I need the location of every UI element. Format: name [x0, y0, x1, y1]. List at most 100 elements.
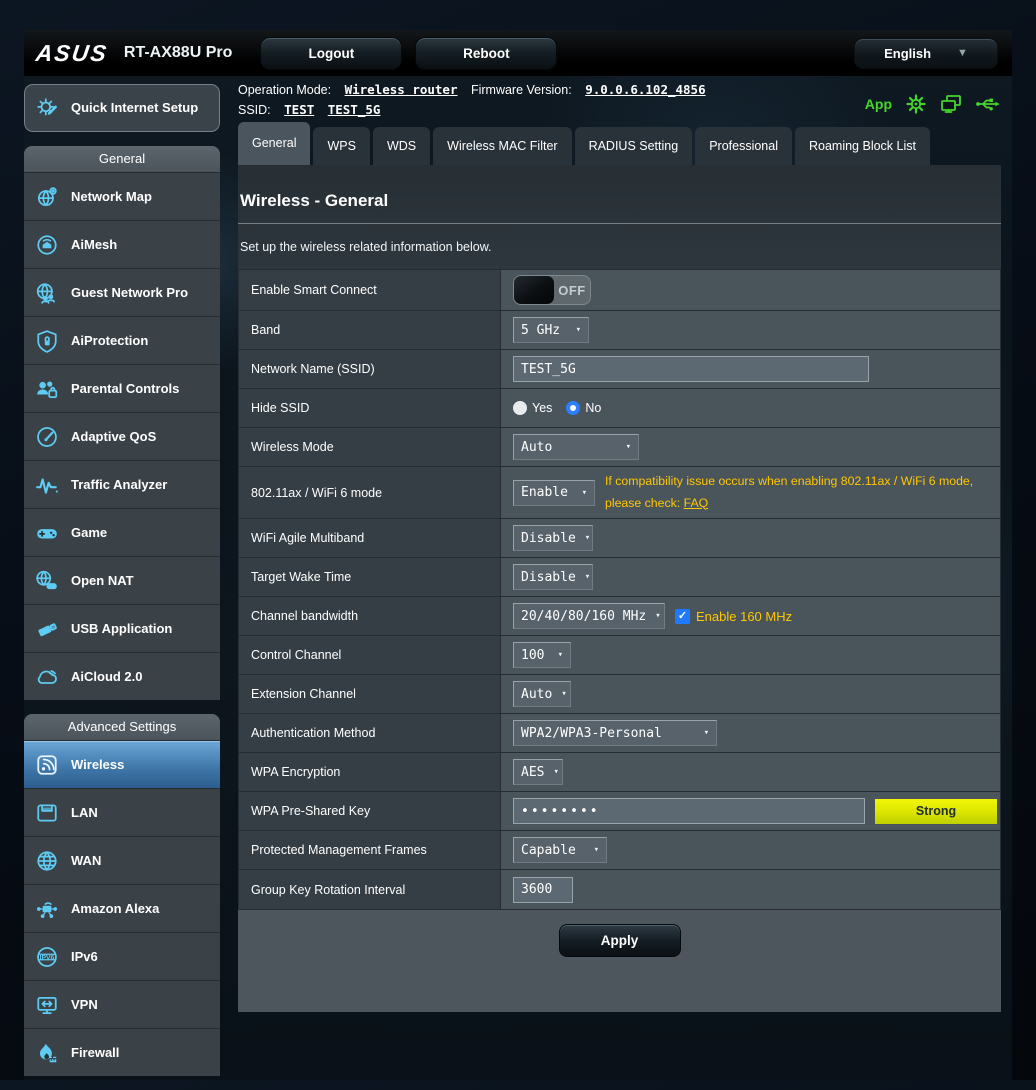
sidebar-item-aicloud[interactable]: AiCloud 2.0 [24, 652, 220, 700]
sidebar-item-usb-application[interactable]: USB Application [24, 604, 220, 652]
sidebar-item-guest-network-pro[interactable]: Guest Network Pro [24, 268, 220, 316]
logout-button[interactable]: Logout [260, 37, 402, 70]
sidebar-item-aiprotection[interactable]: AiProtection [24, 316, 220, 364]
cloud-icon [32, 662, 62, 692]
screen-share-icon[interactable] [940, 94, 962, 114]
faq-link[interactable]: FAQ [684, 496, 709, 510]
sidebar-item-vpn[interactable]: VPN [24, 980, 220, 1028]
page-description: Set up the wireless related information … [240, 240, 1001, 254]
wireless-mode-select[interactable]: Auto▾ [513, 434, 639, 460]
hide-ssid-no-radio[interactable]: No [566, 401, 601, 415]
sidebar-item-amazon-alexa[interactable]: Amazon Alexa [24, 884, 220, 932]
tab-roaming-block-list[interactable]: Roaming Block List [795, 127, 930, 165]
gamepad-icon [32, 518, 62, 548]
tab-wds[interactable]: WDS [373, 127, 430, 165]
wireless-icon [32, 750, 62, 780]
sidebar-item-aimesh[interactable]: AiMesh [24, 220, 220, 268]
sidebar-item-firewall[interactable]: Firewall [24, 1028, 220, 1076]
tab-wireless-mac-filter[interactable]: Wireless MAC Filter [433, 127, 571, 165]
band-select[interactable]: 5 GHz▾ [513, 317, 589, 343]
ssid-link-5g[interactable]: TEST_5G [328, 102, 381, 117]
header: ASUS RT-AX88U Pro Logout Reboot English … [24, 30, 1012, 76]
row-agile-multiband: WiFi Agile Multiband Disable▾ [239, 519, 1000, 558]
operation-mode-link[interactable]: Wireless router [345, 82, 458, 97]
password-strength-badge: Strong [875, 799, 997, 824]
tab-general[interactable]: General [238, 122, 310, 165]
parental-controls-icon [32, 374, 62, 404]
main-column: Operation Mode: Wireless router Firmware… [238, 76, 1023, 1012]
control-channel-select[interactable]: 100▾ [513, 642, 571, 668]
ipv6-icon: IPV6 [32, 942, 62, 972]
apply-button[interactable]: Apply [559, 924, 681, 957]
chevron-down-icon: ▾ [553, 767, 558, 777]
globe-icon [32, 846, 62, 876]
sidebar-item-parental-controls[interactable]: Parental Controls [24, 364, 220, 412]
radio-icon [513, 401, 527, 415]
chevron-down-icon: ▾ [655, 611, 660, 621]
ssid-link-24g[interactable]: TEST [284, 102, 314, 117]
sidebar-item-network-map[interactable]: Network Map [24, 172, 220, 220]
enable-160mhz-checkbox[interactable]: ✓ Enable 160 MHz [675, 609, 792, 624]
ax-mode-select[interactable]: Enable▾ [513, 480, 595, 506]
divider [238, 223, 1001, 224]
chevron-down-icon: ▾ [626, 442, 631, 452]
sidebar-group-advanced: Advanced Settings Wireless LAN WAN Amazo… [24, 714, 220, 1076]
psk-input[interactable] [513, 798, 865, 824]
chevron-down-icon: ▾ [558, 650, 563, 660]
waveform-icon [32, 470, 62, 500]
row-wpa-pre-shared-key: WPA Pre-Shared Key Strong [239, 792, 1000, 831]
sidebar-item-open-nat[interactable]: Open NAT [24, 556, 220, 604]
authentication-method-select[interactable]: WPA2/WPA3-Personal▾ [513, 720, 717, 746]
chevron-down-icon: ▾ [704, 728, 709, 738]
gear-icon[interactable] [905, 93, 927, 115]
toggle-knob [514, 276, 554, 304]
sidebar-item-game[interactable]: Game [24, 508, 220, 556]
operation-mode-line: Operation Mode: Wireless router Firmware… [238, 80, 706, 100]
hide-ssid-yes-radio[interactable]: Yes [513, 401, 552, 415]
checkbox-checked-icon: ✓ [675, 609, 690, 624]
sidebar-item-adaptive-qos[interactable]: Adaptive QoS [24, 412, 220, 460]
reboot-button[interactable]: Reboot [415, 37, 557, 70]
channel-bandwidth-select[interactable]: 20/40/80/160 MHz▾ [513, 603, 665, 629]
router-admin-app: ASUS RT-AX88U Pro Logout Reboot English … [24, 30, 1012, 1080]
gear-wrench-icon [33, 93, 63, 123]
sidebar-item-wireless[interactable]: Wireless [24, 740, 220, 788]
pmf-select[interactable]: Capable▾ [513, 837, 607, 863]
model-name: RT-AX88U Pro [124, 44, 232, 62]
svg-text:IPV6: IPV6 [40, 954, 55, 961]
row-wireless-mode: Wireless Mode Auto▾ [239, 428, 1000, 467]
ax-mode-hint: If compatibility issue occurs when enabl… [605, 471, 973, 514]
app-link[interactable]: App [865, 96, 892, 112]
sidebar-item-ipv6[interactable]: IPV6 IPv6 [24, 932, 220, 980]
vpn-screen-icon [32, 990, 62, 1020]
sidebar-item-traffic-analyzer[interactable]: Traffic Analyzer [24, 460, 220, 508]
language-dropdown[interactable]: English ▼ [854, 38, 998, 69]
chevron-down-icon: ▾ [576, 325, 581, 335]
row-group-key-rotation: Group Key Rotation Interval [239, 870, 1000, 909]
usb-icon[interactable] [975, 95, 1001, 113]
ssid-input[interactable] [513, 356, 869, 382]
asus-logo: ASUS [34, 40, 110, 67]
sidebar-group-title: General [24, 146, 220, 172]
sidebar-item-lan[interactable]: LAN [24, 788, 220, 836]
sidebar-item-wan[interactable]: WAN [24, 836, 220, 884]
wireless-tabs: General WPS WDS Wireless MAC Filter RADI… [238, 122, 1001, 165]
tab-radius-setting[interactable]: RADIUS Setting [575, 127, 693, 165]
flame-icon [32, 1038, 62, 1068]
radio-selected-icon [566, 401, 580, 415]
target-wake-time-select[interactable]: Disable▾ [513, 564, 593, 590]
guest-network-icon [32, 278, 62, 308]
agile-multiband-select[interactable]: Disable▾ [513, 525, 593, 551]
group-key-input[interactable] [513, 877, 573, 903]
globe-gamepad-icon [32, 566, 62, 596]
sidebar-item-quick-internet-setup[interactable]: Quick Internet Setup [24, 84, 220, 132]
extension-channel-select[interactable]: Auto▾ [513, 681, 571, 707]
shield-lock-icon [32, 326, 62, 356]
tab-professional[interactable]: Professional [695, 127, 792, 165]
wpa-encryption-select[interactable]: AES▾ [513, 759, 563, 785]
tab-wps[interactable]: WPS [313, 127, 369, 165]
sidebar-item-label: Quick Internet Setup [71, 100, 198, 116]
smart-connect-toggle[interactable]: OFF [513, 275, 591, 305]
firmware-version-link[interactable]: 9.0.0.6.102_4856 [585, 82, 705, 97]
chevron-down-icon: ▾ [561, 689, 566, 699]
